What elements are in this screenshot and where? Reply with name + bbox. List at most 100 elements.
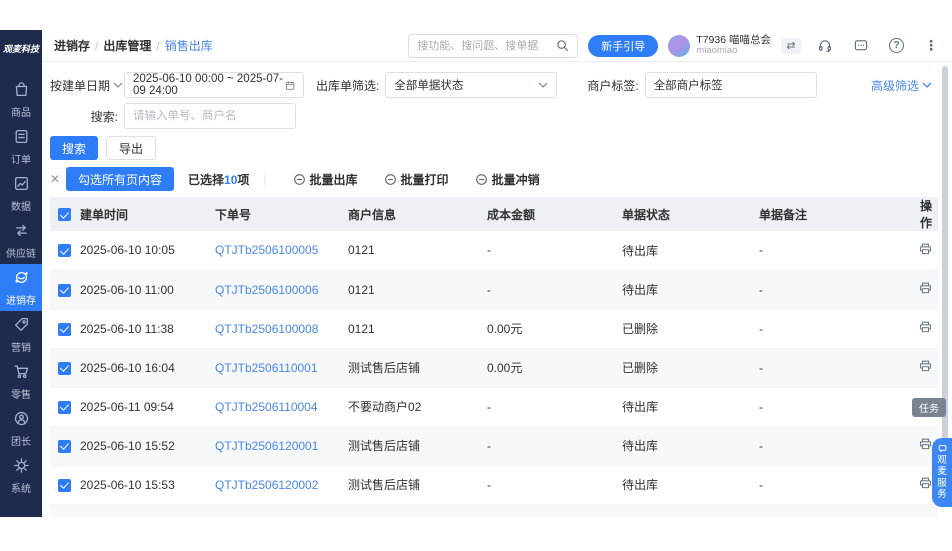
sidebar-item-marketing[interactable]: 营销 xyxy=(0,311,42,358)
circle-batch-icon xyxy=(293,173,306,186)
filter-row-2: 搜索: xyxy=(50,103,932,129)
next-row-partial xyxy=(50,505,938,518)
date-range-value: 2025-06-10 00:00 ~ 2025-07-09 24:00 xyxy=(133,73,285,97)
search-button[interactable]: 搜索 xyxy=(50,136,98,160)
cell-time: 2025-06-10 11:00 xyxy=(80,270,215,309)
row-checkbox[interactable] xyxy=(58,479,71,492)
sidebar-item-inventory[interactable]: 进销存 xyxy=(0,264,42,311)
sidebar-item-supply-chain[interactable]: 供应链 xyxy=(0,217,42,264)
cell-merchant: 测试售后店铺 xyxy=(348,426,487,465)
customer-service-icon[interactable] xyxy=(817,38,833,53)
order-number-link[interactable]: QTJTb2506110001 xyxy=(215,361,318,375)
batch-print-button[interactable]: 批量打印 xyxy=(384,171,449,188)
print-icon[interactable] xyxy=(918,242,933,256)
divider: | xyxy=(263,172,266,186)
chevron-down-icon xyxy=(922,81,932,89)
cell-merchant: 测试售后店铺 xyxy=(348,465,487,504)
row-checkbox[interactable] xyxy=(58,323,71,336)
user-avatar[interactable] xyxy=(668,35,690,57)
batch-outbound-button[interactable]: 批量出库 xyxy=(293,171,358,188)
order-number-link[interactable]: QTJTb2506120001 xyxy=(215,439,318,453)
task-tab[interactable]: 任务 xyxy=(912,398,946,417)
column-header: 成本金额 xyxy=(487,197,622,231)
cell-note: - xyxy=(759,270,918,309)
batch-reverse-button[interactable]: 批量冲销 xyxy=(475,171,540,188)
select-all-checkbox[interactable] xyxy=(58,208,71,221)
row-checkbox[interactable] xyxy=(58,284,71,297)
merchant-tag-input[interactable] xyxy=(654,79,808,91)
merchant-tag-label: 商户标签: xyxy=(587,77,638,94)
sidebar-item-data[interactable]: 数据 xyxy=(0,170,42,217)
breadcrumb-item[interactable]: 出库管理 xyxy=(103,37,151,54)
cell-note: - xyxy=(759,309,918,348)
column-header: 下单号 xyxy=(215,197,348,231)
advanced-filter-label: 高级筛选 xyxy=(871,77,919,94)
cell-note: - xyxy=(759,426,918,465)
print-icon[interactable] xyxy=(918,437,933,451)
sidebar-item-orders[interactable]: 订单 xyxy=(0,123,42,170)
print-icon[interactable] xyxy=(918,359,933,373)
date-type-dropdown[interactable]: 按建单日期 xyxy=(50,77,124,94)
order-number-link[interactable]: QTJTb2506100008 xyxy=(215,322,318,336)
date-range-picker[interactable]: 2025-06-10 00:00 ~ 2025-07-09 24:00 xyxy=(124,72,304,98)
cell-time: 2025-06-10 15:53 xyxy=(80,465,215,504)
service-tab[interactable]: 观麦服务 xyxy=(932,438,952,507)
print-icon[interactable] xyxy=(918,476,933,490)
order-number-link[interactable]: QTJTb2506100005 xyxy=(215,243,318,257)
tag-icon xyxy=(13,316,30,336)
print-icon[interactable] xyxy=(918,281,933,295)
sidebar-item-retail[interactable]: 零售 xyxy=(0,358,42,405)
person-icon xyxy=(13,410,30,430)
print-icon[interactable] xyxy=(918,320,933,334)
row-checkbox[interactable] xyxy=(58,244,71,257)
document-icon xyxy=(13,128,30,148)
export-button[interactable]: 导出 xyxy=(106,136,156,160)
table-row: 2025-06-10 16:04 QTJTb2506110001 测试售后店铺 … xyxy=(50,348,938,387)
cell-merchant: 0121 xyxy=(348,270,487,309)
more-menu-icon[interactable]: ⋮ xyxy=(924,37,938,54)
search-icon[interactable] xyxy=(556,39,569,52)
column-header: 单据备注 xyxy=(759,197,918,231)
cell-time: 2025-06-10 15:52 xyxy=(80,426,215,465)
breadcrumb-item[interactable]: 进销存 xyxy=(54,37,90,54)
sidebar-item-goods[interactable]: 商品 xyxy=(0,76,42,123)
table-row: 2025-06-10 11:00 QTJTb2506100006 0121 - … xyxy=(50,270,938,309)
select-all-pages-button[interactable]: 勾选所有页内容 xyxy=(66,167,174,191)
filter-buttons: 搜索 导出 xyxy=(42,136,952,160)
beginner-guide-button[interactable]: 新手引导 xyxy=(588,35,658,57)
close-icon[interactable]: ✕ xyxy=(50,172,66,186)
status-filter-value: 全部单据状态 xyxy=(394,77,463,93)
switch-account-icon[interactable]: ⇄ xyxy=(781,38,801,54)
keyword-search-input[interactable] xyxy=(133,110,287,122)
cell-status: 待出库 xyxy=(622,387,759,426)
message-icon[interactable] xyxy=(853,38,869,53)
help-icon[interactable]: ? xyxy=(889,38,904,53)
cell-time: 2025-06-10 16:04 xyxy=(80,348,215,387)
row-checkbox[interactable] xyxy=(58,362,71,375)
cell-status: 待出库 xyxy=(622,270,759,309)
main-area: 进销存 / 出库管理 / 销售出库 新手引导 T7936 喵喵总会 miaomi… xyxy=(42,30,952,517)
cell-note: - xyxy=(759,387,918,426)
advanced-filter-toggle[interactable]: 高级筛选 xyxy=(871,77,932,94)
table-header-row: 建单时间 下单号 商户信息 成本金额 单据状态 单据备注 操作 xyxy=(50,197,938,231)
global-search-input[interactable] xyxy=(417,40,550,52)
sidebar-item-system[interactable]: 系统 xyxy=(0,452,42,499)
order-number-link[interactable]: QTJTb2506100006 xyxy=(215,283,318,297)
cell-time: 2025-06-10 10:05 xyxy=(80,231,215,270)
row-checkbox[interactable] xyxy=(58,401,71,414)
service-tab-label: 观麦服务 xyxy=(937,455,948,501)
cart-icon xyxy=(13,363,30,383)
selected-count-text: 已选择10项 xyxy=(188,171,249,188)
order-number-link[interactable]: QTJTb2506110004 xyxy=(215,400,318,414)
row-checkbox[interactable] xyxy=(58,440,71,453)
sidebar-item-label: 供应链 xyxy=(6,245,36,260)
status-filter-select[interactable]: 全部单据状态 xyxy=(385,72,557,98)
filter-panel: 按建单日期 2025-06-10 00:00 ~ 2025-07-09 24:0… xyxy=(42,62,952,129)
topbar: 进销存 / 出库管理 / 销售出库 新手引导 T7936 喵喵总会 miaomi… xyxy=(42,30,952,62)
sidebar-item-label: 营销 xyxy=(11,339,31,354)
cell-time: 2025-06-11 09:54 xyxy=(80,387,215,426)
sidebar-item-label: 系统 xyxy=(11,480,31,495)
cell-status: 待出库 xyxy=(622,231,759,270)
order-number-link[interactable]: QTJTb2506120002 xyxy=(215,478,318,492)
sidebar-item-leader[interactable]: 团长 xyxy=(0,405,42,452)
